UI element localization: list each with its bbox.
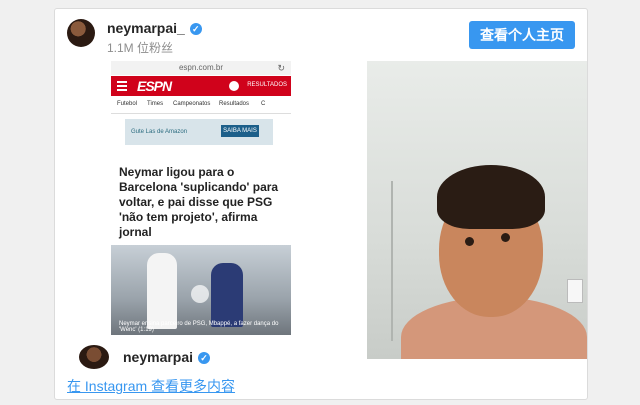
followers-count: 1.1M 位粉丝	[107, 41, 174, 55]
post-media[interactable]: espn.com.br ↻ ESPN RESULTADOS Futebol Ti…	[55, 61, 587, 369]
nav-item: Futebol	[117, 101, 138, 107]
browser-url-bar: espn.com.br ↻	[111, 61, 291, 75]
browser-url: espn.com.br	[178, 63, 224, 72]
ad-button: SAIBA MAIS	[221, 125, 259, 137]
article-photo: Neymar ensina parceiro de PSG, Mbappé, a…	[111, 245, 291, 335]
nav-item: Times	[147, 101, 164, 107]
username-text[interactable]: neymarpai_	[107, 20, 185, 36]
view-more-on-instagram-link[interactable]: 在 Instagram 查看更多内容	[67, 376, 235, 396]
article-headline: Neymar ligou para o Barcelona 'suplicand…	[119, 165, 279, 239]
verified-icon: ✓	[198, 352, 211, 364]
verified-icon: ✓	[189, 23, 202, 35]
nav-item: Campeonatos	[173, 101, 211, 107]
phone-screenshot: espn.com.br ↻ ESPN RESULTADOS Futebol Ti…	[111, 61, 291, 335]
video-overlay-user: neymarpai ✓	[79, 345, 379, 369]
small-play-icon	[191, 285, 209, 303]
username[interactable]: neymarpai_ ✓	[107, 20, 202, 36]
avatar[interactable]	[67, 19, 95, 47]
espn-header: ESPN RESULTADOS	[111, 76, 291, 96]
view-profile-button[interactable]: 查看个人主页	[469, 21, 575, 49]
overlay-username-text: neymarpai	[123, 349, 194, 365]
menu-icon	[117, 81, 127, 91]
post-header: neymarpai_ ✓ 1.1M 位粉丝 查看个人主页	[55, 9, 587, 61]
ad-text: Gute Las de Amazon	[131, 129, 188, 135]
overlay-username: neymarpai ✓	[123, 349, 211, 365]
nav-item: Resultados	[219, 101, 250, 107]
boy-video-frame: ​	[367, 61, 587, 359]
refresh-icon: ↻	[277, 63, 285, 73]
user-icon	[229, 81, 239, 91]
nav-item: C	[261, 101, 266, 107]
person-figure	[211, 263, 243, 327]
ad-banner: Gute Las de Amazon SAIBA MAIS	[125, 119, 273, 145]
eye	[465, 237, 474, 246]
results-label: RESULTADOS	[247, 82, 287, 88]
play-button-icon[interactable]	[291, 181, 353, 243]
hair	[437, 165, 545, 229]
background-pole	[391, 181, 393, 341]
person-figure	[147, 253, 177, 329]
espn-nav: Futebol Times Campeonatos Resultados C	[111, 97, 291, 114]
photo-caption: Neymar ensina parceiro de PSG, Mbappé, a…	[119, 321, 279, 333]
wall-switch	[567, 279, 583, 303]
play-triangle-icon	[316, 198, 338, 226]
espn-logo: ESPN	[137, 78, 172, 94]
eye	[501, 233, 510, 242]
mini-avatar	[79, 345, 109, 369]
instagram-embed-card: neymarpai_ ✓ 1.1M 位粉丝 查看个人主页 espn.com.br …	[54, 8, 588, 400]
